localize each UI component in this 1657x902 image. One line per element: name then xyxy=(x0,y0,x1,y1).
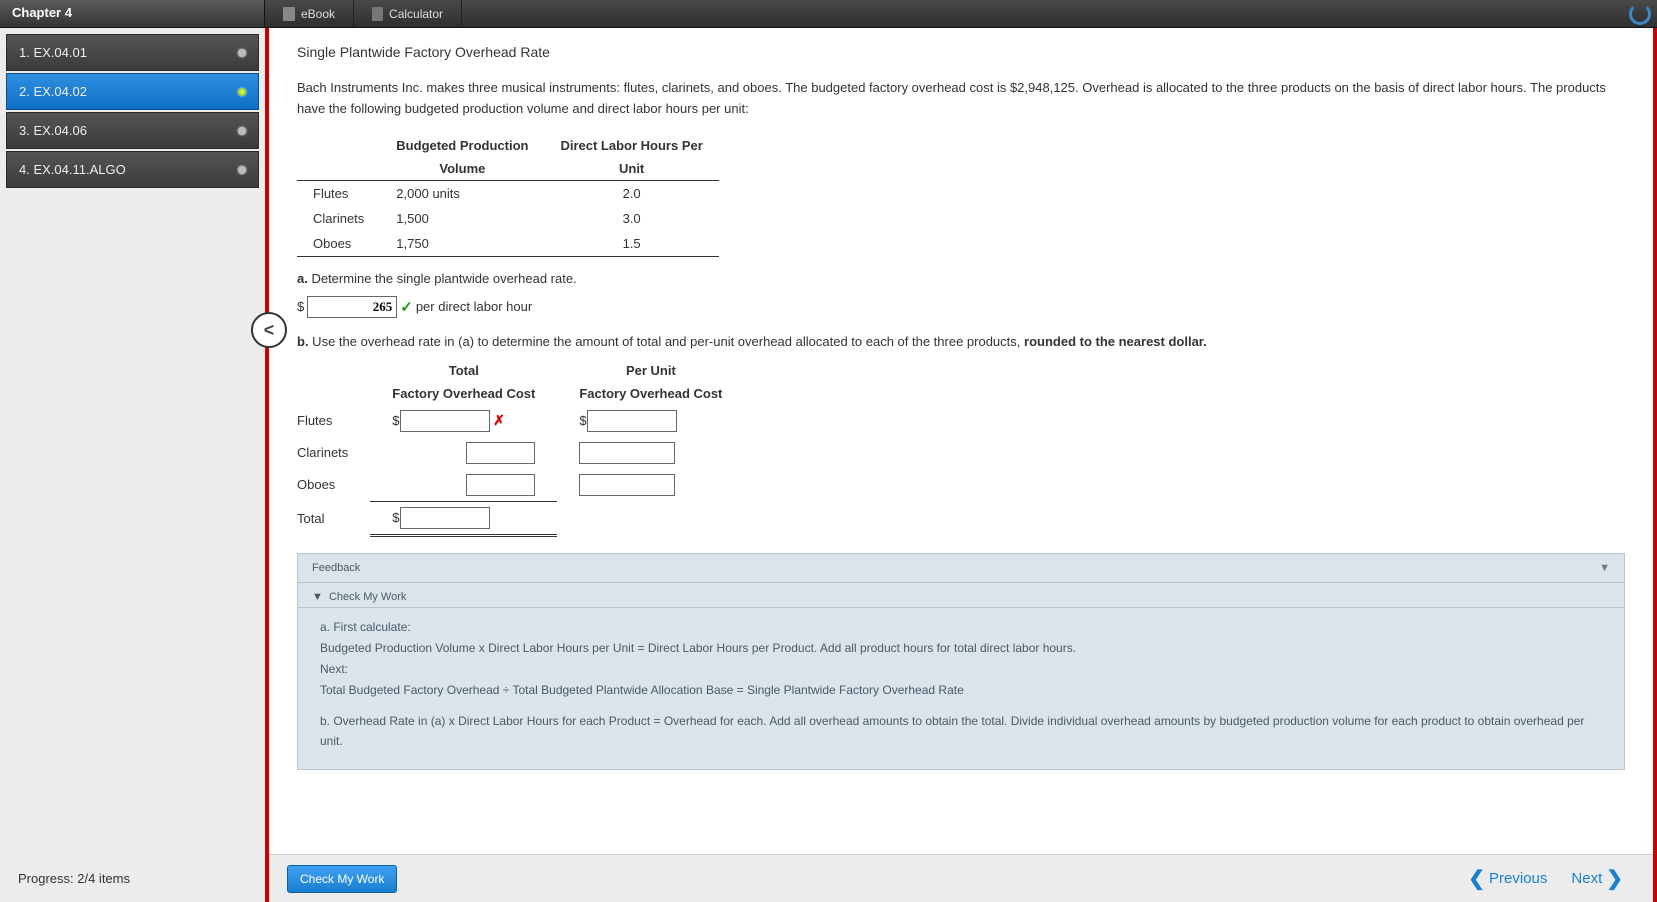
sidebar-item-label: 4. EX.04.11.ALGO xyxy=(19,162,126,177)
row-product: Oboes xyxy=(297,469,370,502)
sidebar: 1. EX.04.01 2. EX.04.02 3. EX.04.06 4. E… xyxy=(0,28,265,902)
dollar-sign: $ xyxy=(579,413,586,428)
loading-spinner-icon xyxy=(1629,3,1651,25)
col-header: Volume xyxy=(380,157,544,181)
ebook-label: eBook xyxy=(301,7,335,21)
check-correct-icon: ✓ xyxy=(400,298,413,316)
chevron-left-icon: ❮ xyxy=(1468,872,1485,886)
calculator-icon xyxy=(372,7,383,21)
feedback-subtitle: Check My Work xyxy=(329,591,406,603)
sidebar-item-ex-04-06[interactable]: 3. EX.04.06 xyxy=(6,112,259,149)
row-volume: 1,750 xyxy=(380,231,544,257)
col-header: Unit xyxy=(544,157,718,181)
clarinets-perunit-input[interactable] xyxy=(579,442,675,464)
sidebar-item-ex-04-02[interactable]: 2. EX.04.02 xyxy=(6,73,259,110)
sidebar-item-label: 1. EX.04.01 xyxy=(19,45,87,60)
answer-table-b: Total Per Unit Factory Overhead Cost Fac… xyxy=(297,359,744,537)
previous-button[interactable]: ❮ Previous xyxy=(1456,866,1559,891)
progress-label: Progress: 2/4 items xyxy=(6,861,259,896)
feedback-line: Budgeted Production Volume x Direct Labo… xyxy=(320,639,1602,658)
sidebar-item-label: 3. EX.04.06 xyxy=(19,123,87,138)
row-product: Clarinets xyxy=(297,437,370,469)
dollar-sign: $ xyxy=(297,299,304,314)
col-header: Per Unit xyxy=(557,359,744,382)
page-title: Single Plantwide Factory Overhead Rate xyxy=(297,44,1625,60)
row-product: Clarinets xyxy=(297,206,380,231)
feedback-title: Feedback xyxy=(312,562,360,574)
row-volume: 2,000 units xyxy=(380,180,544,206)
answer-a-input[interactable] xyxy=(307,296,397,318)
question-a-label: a. xyxy=(297,271,308,286)
sidebar-item-ex-04-11-algo[interactable]: 4. EX.04.11.ALGO xyxy=(6,151,259,188)
answer-a-suffix: per direct labor hour xyxy=(416,299,532,314)
row-product: Total xyxy=(297,501,370,535)
col-header: Factory Overhead Cost xyxy=(557,382,744,405)
feedback-line: Total Budgeted Factory Overhead ÷ Total … xyxy=(320,681,1602,700)
col-header: Budgeted Production xyxy=(380,134,544,157)
next-button[interactable]: Next ❯ xyxy=(1559,866,1635,891)
col-header: Direct Labor Hours Per xyxy=(544,134,718,157)
flutes-perunit-input[interactable] xyxy=(587,410,677,432)
flutes-total-input[interactable] xyxy=(400,410,490,432)
chevron-left-icon: < xyxy=(264,320,275,341)
row-product: Flutes xyxy=(297,180,380,206)
check-my-work-button[interactable]: Check My Work xyxy=(287,865,397,893)
clarinets-total-input[interactable] xyxy=(466,442,535,464)
status-dot-icon xyxy=(238,166,246,174)
question-b-label: b. xyxy=(297,334,309,349)
ebook-icon xyxy=(283,7,295,21)
collapse-triangle-icon[interactable]: ▼ xyxy=(1599,562,1610,574)
top-toolbar: Chapter 4 eBook Calculator xyxy=(0,0,1657,28)
row-hours: 1.5 xyxy=(544,231,718,257)
question-b-text: Use the overhead rate in (a) to determin… xyxy=(309,334,1024,349)
chapter-title: Chapter 4 xyxy=(0,0,265,27)
row-hours: 2.0 xyxy=(544,180,718,206)
status-dot-icon xyxy=(238,49,246,57)
total-input[interactable] xyxy=(400,507,490,529)
question-b-bold: rounded to the nearest dollar. xyxy=(1024,334,1207,349)
dollar-sign: $ xyxy=(392,413,399,428)
oboes-total-input[interactable] xyxy=(466,474,535,496)
feedback-panel: Feedback ▼ ▼ Check My Work a. First calc… xyxy=(297,553,1625,770)
feedback-line: a. First calculate: xyxy=(320,618,1602,637)
cross-incorrect-icon: ✗ xyxy=(493,412,505,428)
row-volume: 1,500 xyxy=(380,206,544,231)
calculator-label: Calculator xyxy=(389,7,443,21)
question-b: b. Use the overhead rate in (a) to deter… xyxy=(297,334,1625,349)
production-table: Budgeted Production Direct Labor Hours P… xyxy=(297,134,719,257)
content-area: Single Plantwide Factory Overhead Rate B… xyxy=(269,28,1653,854)
feedback-line: b. Overhead Rate in (a) x Direct Labor H… xyxy=(320,712,1602,750)
feedback-line: Next: xyxy=(320,660,1602,679)
col-header: Total xyxy=(370,359,557,382)
chevron-right-icon: ❯ xyxy=(1606,872,1623,886)
row-product: Oboes xyxy=(297,231,380,257)
sidebar-item-ex-04-01[interactable]: 1. EX.04.01 xyxy=(6,34,259,71)
calculator-tab[interactable]: Calculator xyxy=(354,0,462,27)
oboes-perunit-input[interactable] xyxy=(579,474,675,496)
question-a-text: Determine the single plantwide overhead … xyxy=(308,271,577,286)
expand-triangle-icon[interactable]: ▼ xyxy=(312,591,323,603)
row-product: Flutes xyxy=(297,405,370,437)
sidebar-item-label: 2. EX.04.02 xyxy=(19,84,87,99)
ebook-tab[interactable]: eBook xyxy=(265,0,354,27)
next-label: Next xyxy=(1571,870,1602,887)
intro-paragraph: Bach Instruments Inc. makes three musica… xyxy=(297,78,1625,120)
collapse-sidebar-button[interactable]: < xyxy=(251,312,287,348)
status-dot-icon xyxy=(238,88,246,96)
row-hours: 3.0 xyxy=(544,206,718,231)
question-a: a. Determine the single plantwide overhe… xyxy=(297,271,1625,286)
status-dot-icon xyxy=(238,127,246,135)
footer-bar: Check My Work ❮ Previous Next ❯ xyxy=(269,854,1653,902)
previous-label: Previous xyxy=(1489,870,1547,887)
col-header: Factory Overhead Cost xyxy=(370,382,557,405)
dollar-sign: $ xyxy=(392,510,399,525)
